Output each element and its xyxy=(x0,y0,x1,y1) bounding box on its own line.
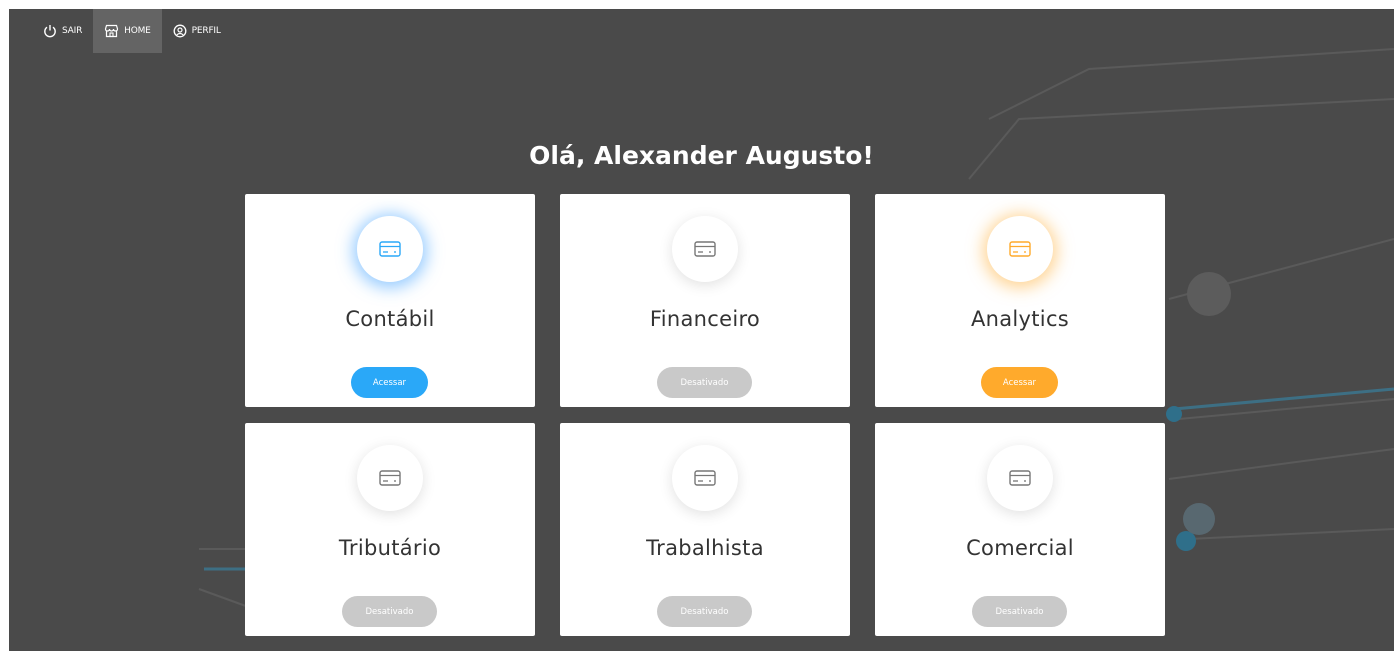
module-icon-badge xyxy=(987,216,1053,282)
desativado-button[interactable]: Desativado xyxy=(657,596,752,627)
module-title: Contábil xyxy=(345,307,435,331)
nav-sair[interactable]: SAIR xyxy=(9,9,93,53)
credit-card-icon xyxy=(1009,241,1031,257)
desativado-button[interactable]: Desativado xyxy=(972,596,1067,627)
store-icon xyxy=(105,24,119,38)
acessar-button[interactable]: Acessar xyxy=(351,367,428,398)
credit-card-icon xyxy=(379,241,401,257)
module-title: Analytics xyxy=(970,307,1070,331)
desativado-button[interactable]: Desativado xyxy=(342,596,437,627)
desativado-button[interactable]: Desativado xyxy=(657,367,752,398)
greeting-heading: Olá, Alexander Augusto! xyxy=(529,141,874,170)
module-title: Trabalhista xyxy=(646,536,764,560)
top-nav: SAIR HOME PERFIL xyxy=(9,9,232,53)
nav-perfil-label: PERFIL xyxy=(191,26,221,36)
module-card-comercial: Comercial Desativado xyxy=(875,423,1165,636)
credit-card-icon xyxy=(694,470,716,486)
module-title: Tributário xyxy=(338,536,442,560)
module-card-contabil: Contábil Acessar xyxy=(245,194,535,407)
power-icon xyxy=(44,25,56,38)
nav-perfil[interactable]: PERFIL xyxy=(162,9,232,53)
nav-sair-label: SAIR xyxy=(62,26,83,36)
module-title: Comercial xyxy=(966,536,1074,560)
module-card-trabalhista: Trabalhista Desativado xyxy=(560,423,850,636)
module-icon-badge xyxy=(672,445,738,511)
user-circle-icon xyxy=(173,24,187,38)
module-title: Financeiro xyxy=(649,307,761,331)
module-icon-badge xyxy=(987,445,1053,511)
module-card-financeiro: Financeiro Desativado xyxy=(560,194,850,407)
app-frame: SAIR HOME PERFIL Olá, Alexander Augusto! xyxy=(9,9,1394,651)
nav-home-label: HOME xyxy=(124,26,151,36)
nav-home[interactable]: HOME xyxy=(93,9,162,53)
module-icon-badge xyxy=(357,445,423,511)
credit-card-icon xyxy=(694,241,716,257)
module-icon-badge xyxy=(672,216,738,282)
credit-card-icon xyxy=(1009,470,1031,486)
module-card-analytics: Analytics Acessar xyxy=(875,194,1165,407)
credit-card-icon xyxy=(379,470,401,486)
module-card-tributario: Tributário Desativado xyxy=(245,423,535,636)
acessar-button[interactable]: Acessar xyxy=(981,367,1058,398)
module-icon-badge xyxy=(357,216,423,282)
